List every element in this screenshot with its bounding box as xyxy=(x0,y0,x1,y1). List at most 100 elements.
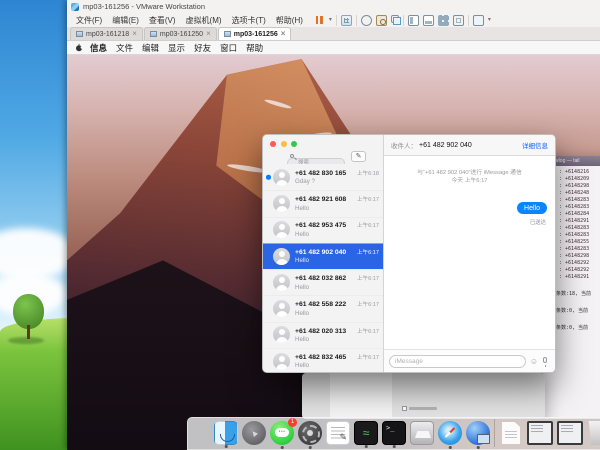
conversation-row[interactable]: +61 482 921 608上午6:17Hello xyxy=(263,190,383,216)
vm-tab-mp03-161256[interactable]: mp03-161256× xyxy=(218,27,292,40)
vmware-titlebar[interactable]: mp03-161256 - VMware Workstation xyxy=(67,0,600,13)
macos-menu-items: 信息文件编辑显示好友窗口帮助 xyxy=(90,42,272,54)
conversation-info: +61 482 953 475上午6:17Hello xyxy=(295,221,379,238)
manage-snapshots-icon[interactable] xyxy=(391,15,399,23)
safari-icon[interactable] xyxy=(438,421,462,445)
show-thumbnail-bar-icon[interactable] xyxy=(423,15,434,26)
details-link[interactable]: 详细信息 xyxy=(522,140,548,150)
vmware-menu-4[interactable]: 选项卡(T) xyxy=(227,15,271,26)
chat-header: 收件人： +61 482 902 040 详细信息 xyxy=(384,135,555,156)
conversation-time: 上午6:17 xyxy=(357,300,379,308)
revert-snapshot-icon[interactable] xyxy=(361,15,372,26)
compose-button[interactable]: ✎ xyxy=(351,151,366,162)
vmware-menubar: 文件(F)编辑(E)查看(V)虚拟机(M)选项卡(T)帮助(H) ▾ ▾ xyxy=(67,13,600,27)
installer-icon[interactable] xyxy=(410,421,434,445)
minimized-window-icon[interactable] xyxy=(557,421,583,445)
macos-menu-1[interactable]: 文件 xyxy=(116,42,133,54)
conversation-info: +61 482 558 222上午6:17 Hello xyxy=(295,300,379,317)
conversation-top: +61 482 558 222上午6:17 xyxy=(295,300,379,308)
document-icon[interactable] xyxy=(499,421,523,445)
macos-menu-2[interactable]: 编辑 xyxy=(142,42,159,54)
running-indicator xyxy=(309,446,312,449)
conversation-row[interactable]: +61 482 832 465上午6:17Hello xyxy=(263,348,383,372)
conversation-time: 上午6:17 xyxy=(357,327,379,335)
vm-tab-label: mp03-161218 xyxy=(86,31,129,38)
conversation-row[interactable]: +61 482 953 475上午6:17Hello xyxy=(263,217,383,243)
vm-tab-mp03-161250[interactable]: mp03-161250× xyxy=(144,27,217,40)
dropdown-caret-icon[interactable]: ▾ xyxy=(329,17,332,23)
textedit-icon[interactable] xyxy=(326,421,350,445)
conversation-row[interactable]: +61 482 020 313上午6:17Hello xyxy=(263,322,383,348)
macos-menu-6[interactable]: 帮助 xyxy=(246,42,263,54)
window-controls xyxy=(270,141,297,147)
conversation-top: +61 482 902 040上午6:17 xyxy=(295,248,379,256)
to-value: +61 482 902 040 xyxy=(419,142,472,149)
trash-icon[interactable] xyxy=(587,421,600,445)
conversation-top: +61 482 832 465上午6:17 xyxy=(295,353,379,361)
conversation-row[interactable]: +61 482 032 862上午6:17Hello xyxy=(263,269,383,295)
expand-guest-icon[interactable] xyxy=(473,15,484,26)
screen: mp03-161256 - VMware Workstation 文件(F)编辑… xyxy=(0,0,600,450)
vmware-menu-3[interactable]: 虚拟机(M) xyxy=(181,15,227,26)
minimize-window-button[interactable] xyxy=(281,141,287,147)
conversation-number: +61 482 921 608 xyxy=(295,196,346,203)
vm-tab-bar: mp03-161218×mp03-161250×mp03-161256× xyxy=(67,27,600,41)
take-snapshot-icon[interactable] xyxy=(376,15,387,26)
vmware-menu-2[interactable]: 查看(V) xyxy=(144,15,181,26)
message-input[interactable] xyxy=(389,355,526,368)
messages-icon[interactable]: 1 xyxy=(270,421,294,445)
dialog-checkbox[interactable] xyxy=(402,406,437,411)
dock: 1 xyxy=(187,417,600,450)
full-screen-icon[interactable] xyxy=(453,15,464,26)
tab-close-icon[interactable]: × xyxy=(281,30,286,38)
vmware-menu-0[interactable]: 文件(F) xyxy=(71,15,107,26)
vm-guest-display[interactable]: 信息文件编辑显示好友窗口帮助 showlog — tail 号码 : +6148… xyxy=(67,41,600,450)
vmware-menu-1[interactable]: 编辑(E) xyxy=(107,15,144,26)
dropdown-caret-icon[interactable]: ▾ xyxy=(488,17,491,23)
conversation-row[interactable]: +61 482 902 040上午6:17Hello xyxy=(263,243,383,269)
remote-desktop-icon[interactable] xyxy=(466,421,490,445)
finder-icon[interactable] xyxy=(214,421,238,445)
microphone-icon[interactable] xyxy=(543,357,547,363)
tab-close-icon[interactable]: × xyxy=(206,30,211,38)
conversation-top: +61 482 020 313上午6:17 xyxy=(295,327,379,335)
conversation-preview: Hello xyxy=(295,310,379,317)
send-ctrl-alt-del-icon[interactable] xyxy=(341,15,352,26)
vm-tab-icon xyxy=(76,31,83,37)
running-indicator xyxy=(281,446,284,449)
macos-menubar: 信息文件编辑显示好友窗口帮助 xyxy=(67,41,600,55)
close-window-button[interactable] xyxy=(270,141,276,147)
emoji-picker-icon[interactable]: ☺ xyxy=(530,357,538,366)
avatar xyxy=(273,221,290,238)
show-library-icon[interactable] xyxy=(408,15,419,26)
conversation-number: +61 482 902 040 xyxy=(295,249,346,256)
macos-menu-0[interactable]: 信息 xyxy=(90,42,107,54)
pause-icon[interactable] xyxy=(314,15,325,26)
vm-tab-mp03-161218[interactable]: mp03-161218× xyxy=(70,27,143,40)
macos-menu-5[interactable]: 窗口 xyxy=(220,42,237,54)
chat-intro: 与“+61 482 902 040”进行 iMessage 通信 今天 上午6:… xyxy=(384,169,555,185)
activity-monitor-icon[interactable] xyxy=(354,421,378,445)
launchpad-icon[interactable] xyxy=(242,421,266,445)
vmware-menu-5[interactable]: 帮助(H) xyxy=(271,15,308,26)
avatar xyxy=(273,326,290,343)
conversation-row[interactable]: +61 482 558 222上午6:17 Hello xyxy=(263,295,383,321)
running-indicator xyxy=(225,445,228,448)
checkbox-icon[interactable] xyxy=(402,406,407,411)
terminal-icon[interactable] xyxy=(382,421,406,445)
conversation-row[interactable]: +61 482 830 165上午6:18Gday ? xyxy=(263,164,383,190)
avatar xyxy=(273,300,290,317)
background-dialog-window[interactable] xyxy=(302,373,545,419)
tree-trunk xyxy=(27,325,30,339)
apple-logo-icon[interactable] xyxy=(75,43,83,52)
avatar xyxy=(273,248,290,265)
minimized-window-icon[interactable] xyxy=(527,421,553,445)
conversation-time: 上午6:18 xyxy=(357,169,379,177)
notification-badge: 1 xyxy=(288,418,297,427)
macos-menu-3[interactable]: 显示 xyxy=(168,42,185,54)
tab-close-icon[interactable]: × xyxy=(132,30,137,38)
system-preferences-icon[interactable] xyxy=(298,421,322,445)
macos-menu-4[interactable]: 好友 xyxy=(194,42,211,54)
unity-mode-icon[interactable] xyxy=(438,15,449,26)
zoom-window-button[interactable] xyxy=(291,141,297,147)
